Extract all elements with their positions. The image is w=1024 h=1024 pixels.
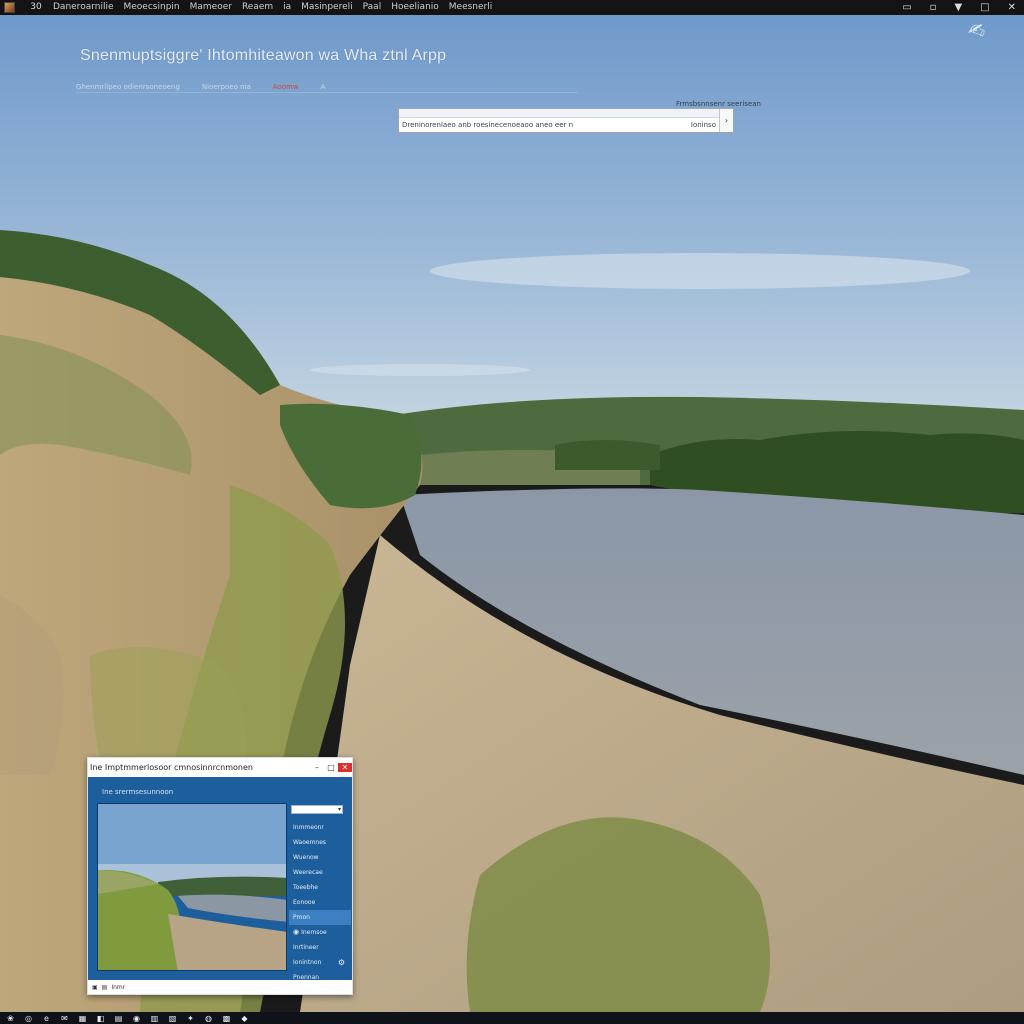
dropdown-icon[interactable]: ▼: [954, 0, 962, 15]
mail-icon[interactable]: ✉: [60, 1014, 69, 1023]
store-icon[interactable]: ▦: [78, 1014, 87, 1023]
app-icon[interactable]: ◆: [240, 1014, 249, 1023]
mini-window-controls: – □ ✕: [310, 763, 352, 772]
sidebar-option-radio[interactable]: Inemsoe: [289, 925, 351, 940]
sidebar-option[interactable]: Inrtineer: [289, 940, 351, 955]
menu-bar: Daneroarnilie Meoecsinpin Mameoer Reaem …: [53, 0, 492, 15]
menu-item[interactable]: Reaem: [242, 0, 273, 15]
terminal-icon[interactable]: ◍: [204, 1014, 213, 1023]
minimize-icon[interactable]: ▭: [902, 0, 911, 15]
gear-icon[interactable]: ⚙: [338, 958, 345, 967]
minimize-icon[interactable]: –: [310, 763, 324, 772]
search-input[interactable]: Dreninorenlaeo anb roesinecenoeaoo aneo …: [402, 121, 691, 129]
sub-link-bar: Ghenmrllpeo odienrsoneoeng Nioerpoeo nia…: [76, 83, 578, 93]
mini-app-window[interactable]: Ine Imptmmerlosoor cmnosinnrcnmonen – □ …: [87, 757, 353, 995]
sidebar-option[interactable]: Wuenow: [289, 850, 351, 865]
files-icon[interactable]: ▧: [168, 1014, 177, 1023]
search-box-strip: [399, 109, 733, 118]
sub-link[interactable]: A: [321, 83, 326, 92]
start-icon[interactable]: ❀: [6, 1014, 15, 1023]
desktop-wallpaper: ✍ Snenmuptsiggre' Ihtomhiteawon wa Wha z…: [0, 15, 1024, 1012]
chat-icon[interactable]: ▥: [150, 1014, 159, 1023]
top-title-bar: 30 Daneroarnilie Meoecsinpin Mameoer Rea…: [0, 0, 1024, 15]
sidebar-option[interactable]: Waoemnes: [289, 835, 351, 850]
menu-item[interactable]: Hoeelianio: [391, 0, 439, 15]
list-icon[interactable]: ▤: [102, 984, 108, 991]
chrome-icon[interactable]: ✦: [186, 1014, 195, 1023]
sub-link[interactable]: Ghenmrllpeo odienrsoneoeng: [76, 83, 180, 92]
window-controls: ▭ ▫ ▼ □ ✕: [902, 0, 1016, 15]
sidebar-select[interactable]: [291, 805, 343, 814]
close-icon[interactable]: ✕: [1008, 0, 1016, 15]
app-icon[interactable]: [4, 2, 15, 13]
close-icon[interactable]: ✕: [338, 763, 352, 772]
menu-item[interactable]: Daneroarnilie: [53, 0, 114, 15]
mini-window-subhead: Ine srermsesunnoon: [102, 788, 174, 796]
sub-link[interactable]: Aoomw: [273, 83, 299, 92]
photos-icon[interactable]: ◧: [96, 1014, 105, 1023]
menu-item[interactable]: Meoecsinpin: [124, 0, 180, 15]
title-number: 30: [30, 2, 42, 12]
menu-item[interactable]: Meesnerli: [449, 0, 492, 15]
sidebar-option[interactable]: Weerecae: [289, 865, 351, 880]
menu-item[interactable]: ia: [283, 0, 291, 15]
restore-icon[interactable]: ▫: [930, 0, 937, 15]
search-box[interactable]: Dreninorenlaeo anb roesinecenoeaoo aneo …: [398, 108, 734, 133]
taskbar: ❀ ◎ e ✉ ▦ ◧ ▤ ◉ ▥ ▧ ✦ ◍ ▩ ◆: [0, 1012, 1024, 1024]
mini-window-titlebar[interactable]: Ine Imptmmerlosoor cmnosinnrcnmonen – □ …: [88, 758, 352, 777]
explorer-icon[interactable]: ▩: [222, 1014, 231, 1023]
mini-window-statusbar: ▣ ▤ Inmr: [88, 980, 352, 994]
sidebar-option[interactable]: Eonooe: [289, 895, 351, 910]
maximize-icon[interactable]: □: [324, 763, 338, 772]
menu-item[interactable]: Masinpereli: [301, 0, 352, 15]
image-preview: [97, 803, 287, 971]
search-go-button[interactable]: ›: [719, 109, 733, 132]
menu-item[interactable]: Paal: [363, 0, 382, 15]
sidebar-option[interactable]: Inmmeonr: [289, 820, 351, 835]
preview-landscape: [98, 804, 286, 970]
search-icon[interactable]: ◎: [24, 1014, 33, 1023]
menu-item[interactable]: Mameoer: [190, 0, 232, 15]
page-heading: Snenmuptsiggre' Ihtomhiteawon wa Wha ztn…: [80, 47, 447, 64]
status-text: Inmr: [111, 983, 126, 991]
maximize-icon[interactable]: □: [980, 0, 989, 15]
sidebar-option-selected[interactable]: Pmon: [289, 910, 351, 925]
edge-icon[interactable]: e: [42, 1014, 51, 1023]
search-hint: Frmsbsnnsenr seerisean: [676, 100, 761, 108]
mini-window-sidebar: Inmmeonr Waoemnes Wuenow Weerecae Toeebh…: [289, 803, 351, 981]
grid-icon[interactable]: ▣: [92, 984, 98, 991]
mini-window-title: Ine Imptmmerlosoor cmnosinnrcnmonen: [90, 763, 253, 772]
search-row: Dreninorenlaeo anb roesinecenoeaoo aneo …: [399, 118, 733, 132]
sub-link[interactable]: Nioerpoeo nia: [202, 83, 251, 92]
sidebar-option[interactable]: Toeebhe: [289, 880, 351, 895]
settings-icon[interactable]: ◉: [132, 1014, 141, 1023]
folder-icon[interactable]: ▤: [114, 1014, 123, 1023]
